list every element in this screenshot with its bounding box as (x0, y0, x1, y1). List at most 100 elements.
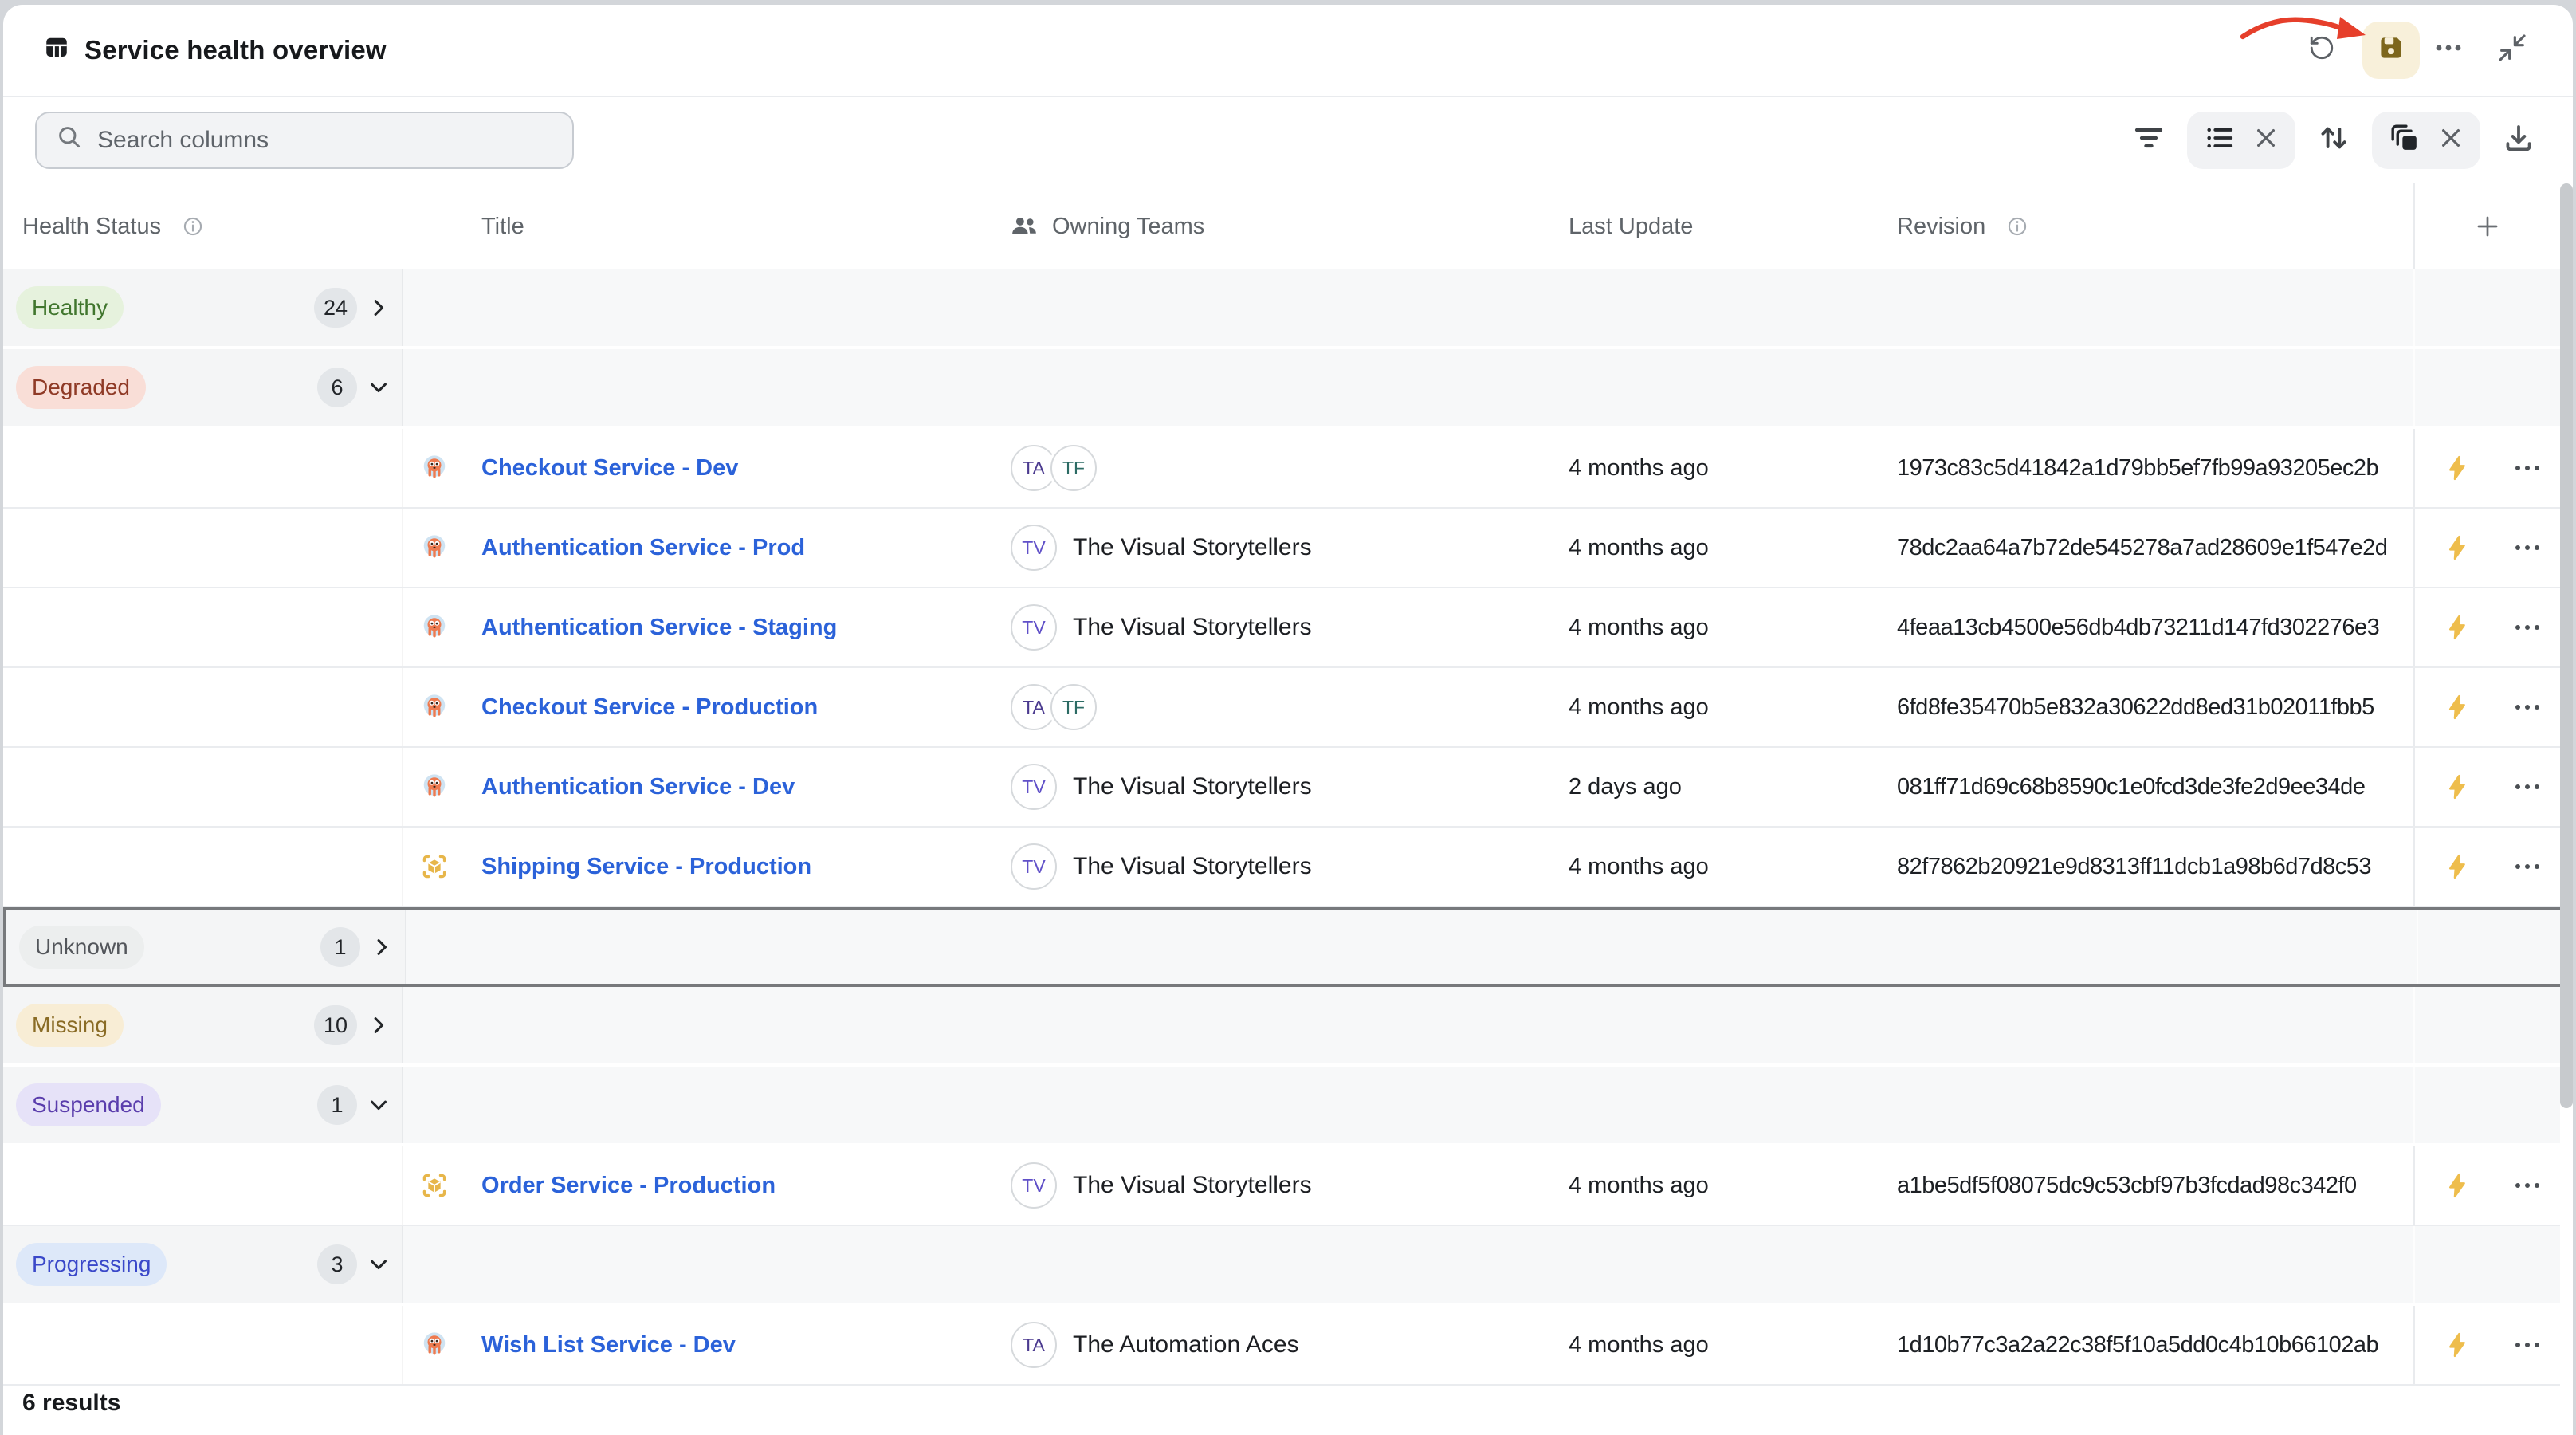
service-title-link[interactable]: Checkout Service - Production (481, 694, 818, 721)
quick-action-bolt-icon[interactable] (2444, 1331, 2471, 1358)
service-title-link[interactable]: Order Service - Production (481, 1173, 776, 1199)
quick-action-bolt-icon[interactable] (2444, 454, 2471, 482)
clear-view-button[interactable] (2254, 126, 2278, 155)
empty-cell (1878, 349, 2413, 426)
team-avatar[interactable]: TF (1050, 445, 1097, 491)
group-by-button[interactable] (2389, 123, 2420, 159)
title-cell: Checkout Service - Production (403, 668, 992, 746)
row-menu-button[interactable] (2515, 1183, 2539, 1188)
group-row-suspended[interactable]: Suspended1 (3, 1067, 2573, 1146)
team-avatar[interactable]: TF (1050, 684, 1097, 730)
service-row[interactable]: Checkout Service - ProductionTATF4 month… (3, 668, 2573, 748)
group-row-degraded[interactable]: Degraded6 (3, 349, 2573, 429)
actions-cell (2413, 828, 2560, 906)
row-menu-button[interactable] (2515, 466, 2539, 470)
chevron-down-icon[interactable] (368, 377, 389, 398)
group-count: 24 (314, 288, 357, 328)
column-header-last-update[interactable]: Last Update (1549, 183, 1878, 269)
team-avatar[interactable]: TA (1011, 1322, 1057, 1368)
group-row-progressing[interactable]: Progressing3 (3, 1226, 2573, 1306)
add-column-button[interactable] (2413, 183, 2560, 269)
chevron-down-icon[interactable] (368, 1254, 389, 1275)
last-update-cell: 2 days ago (1549, 748, 1878, 826)
row-menu-button[interactable] (2515, 545, 2539, 550)
group-row-missing[interactable]: Missing10 (3, 987, 2573, 1067)
actions-cell (2413, 1146, 2560, 1225)
save-button[interactable] (2362, 22, 2420, 79)
column-header-health-status[interactable]: Health Status (3, 183, 403, 269)
service-title-link[interactable]: Authentication Service - Prod (481, 535, 805, 561)
row-menu-button[interactable] (2515, 784, 2539, 789)
quick-action-bolt-icon[interactable] (2444, 853, 2471, 880)
column-header-title[interactable]: Title (403, 183, 992, 269)
group-count: 1 (320, 927, 360, 967)
group-row-unknown[interactable]: Unknown1 (3, 907, 2573, 987)
service-row[interactable]: Order Service - ProductionTVThe Visual S… (3, 1146, 2573, 1226)
chevron-right-icon[interactable] (368, 1015, 389, 1036)
quick-action-bolt-icon[interactable] (2444, 1172, 2471, 1199)
service-title-link[interactable]: Authentication Service - Staging (481, 615, 837, 641)
download-button[interactable] (2503, 122, 2535, 159)
clear-group-by-button[interactable] (2439, 126, 2463, 155)
team-avatar[interactable]: TV (1011, 1162, 1057, 1209)
quick-action-bolt-icon[interactable] (2444, 773, 2471, 800)
service-row[interactable]: Authentication Service - StagingTVThe Vi… (3, 588, 2573, 668)
package-icon (421, 1172, 448, 1199)
search-input[interactable] (97, 127, 553, 154)
download-icon (2503, 122, 2535, 159)
vertical-scrollbar[interactable] (2560, 183, 2573, 1435)
filter-button[interactable] (2133, 122, 2165, 159)
service-title-link[interactable]: Authentication Service - Dev (481, 774, 795, 800)
service-row[interactable]: Authentication Service - ProdTVThe Visua… (3, 509, 2573, 588)
service-title-link[interactable]: Checkout Service - Dev (481, 455, 738, 482)
group-row-healthy[interactable]: Healthy24 (3, 269, 2573, 349)
service-row[interactable]: Authentication Service - DevTVThe Visual… (3, 748, 2573, 828)
empty-cell (1549, 349, 1878, 426)
empty-cell (406, 910, 995, 984)
row-menu-button[interactable] (2515, 625, 2539, 630)
column-header-revision[interactable]: Revision (1878, 183, 2413, 269)
team-avatar[interactable]: TV (1011, 764, 1057, 810)
service-title-link[interactable]: Shipping Service - Production (481, 854, 811, 880)
group-cell: Suspended1 (3, 1067, 403, 1143)
service-row[interactable]: Wish List Service - DevTAThe Automation … (3, 1306, 2573, 1386)
quick-action-bolt-icon[interactable] (2444, 534, 2471, 561)
quick-action-bolt-icon[interactable] (2444, 614, 2471, 641)
empty-cell (1549, 1067, 1878, 1143)
list-view-button[interactable] (2205, 123, 2235, 159)
minimize-button[interactable] (2496, 32, 2528, 69)
empty-cell (403, 1226, 992, 1303)
service-row[interactable]: Checkout Service - DevTATF4 months ago19… (3, 429, 2573, 509)
empty-cell (2417, 910, 2563, 984)
group-cell: Missing10 (3, 987, 403, 1063)
group-count: 1 (317, 1085, 357, 1125)
team-avatar[interactable]: TV (1011, 525, 1057, 571)
quick-action-bolt-icon[interactable] (2444, 694, 2471, 721)
row-menu-button[interactable] (2515, 864, 2539, 869)
info-icon (182, 215, 204, 238)
row-menu-button[interactable] (2515, 705, 2539, 710)
chevron-right-icon[interactable] (368, 297, 389, 318)
search-box[interactable] (35, 112, 574, 169)
empty-cell (1881, 910, 2417, 984)
undo-button[interactable] (2308, 34, 2335, 67)
empty-cell (1878, 1226, 2413, 1303)
empty-cell (3, 429, 403, 507)
empty-cell (1549, 1226, 1878, 1303)
team-avatar[interactable]: TV (1011, 843, 1057, 890)
sort-button[interactable] (2318, 122, 2350, 159)
service-row[interactable]: Shipping Service - ProductionTVThe Visua… (3, 828, 2573, 907)
more-options-button[interactable] (2433, 32, 2464, 69)
team-avatar[interactable]: TV (1011, 604, 1057, 651)
service-title-link[interactable]: Wish List Service - Dev (481, 1332, 736, 1358)
column-header-owning-teams[interactable]: Owning Teams (992, 183, 1549, 269)
empty-cell (992, 1226, 1549, 1303)
group-cell: Progressing3 (3, 1226, 403, 1303)
row-menu-button[interactable] (2515, 1343, 2539, 1347)
info-icon (2006, 215, 2028, 238)
title-cell: Authentication Service - Staging (403, 588, 992, 666)
chevron-right-icon[interactable] (371, 937, 392, 957)
chevron-down-icon[interactable] (368, 1095, 389, 1115)
scrollbar-thumb[interactable] (2560, 183, 2573, 1108)
title-cell: Authentication Service - Prod (403, 509, 992, 587)
